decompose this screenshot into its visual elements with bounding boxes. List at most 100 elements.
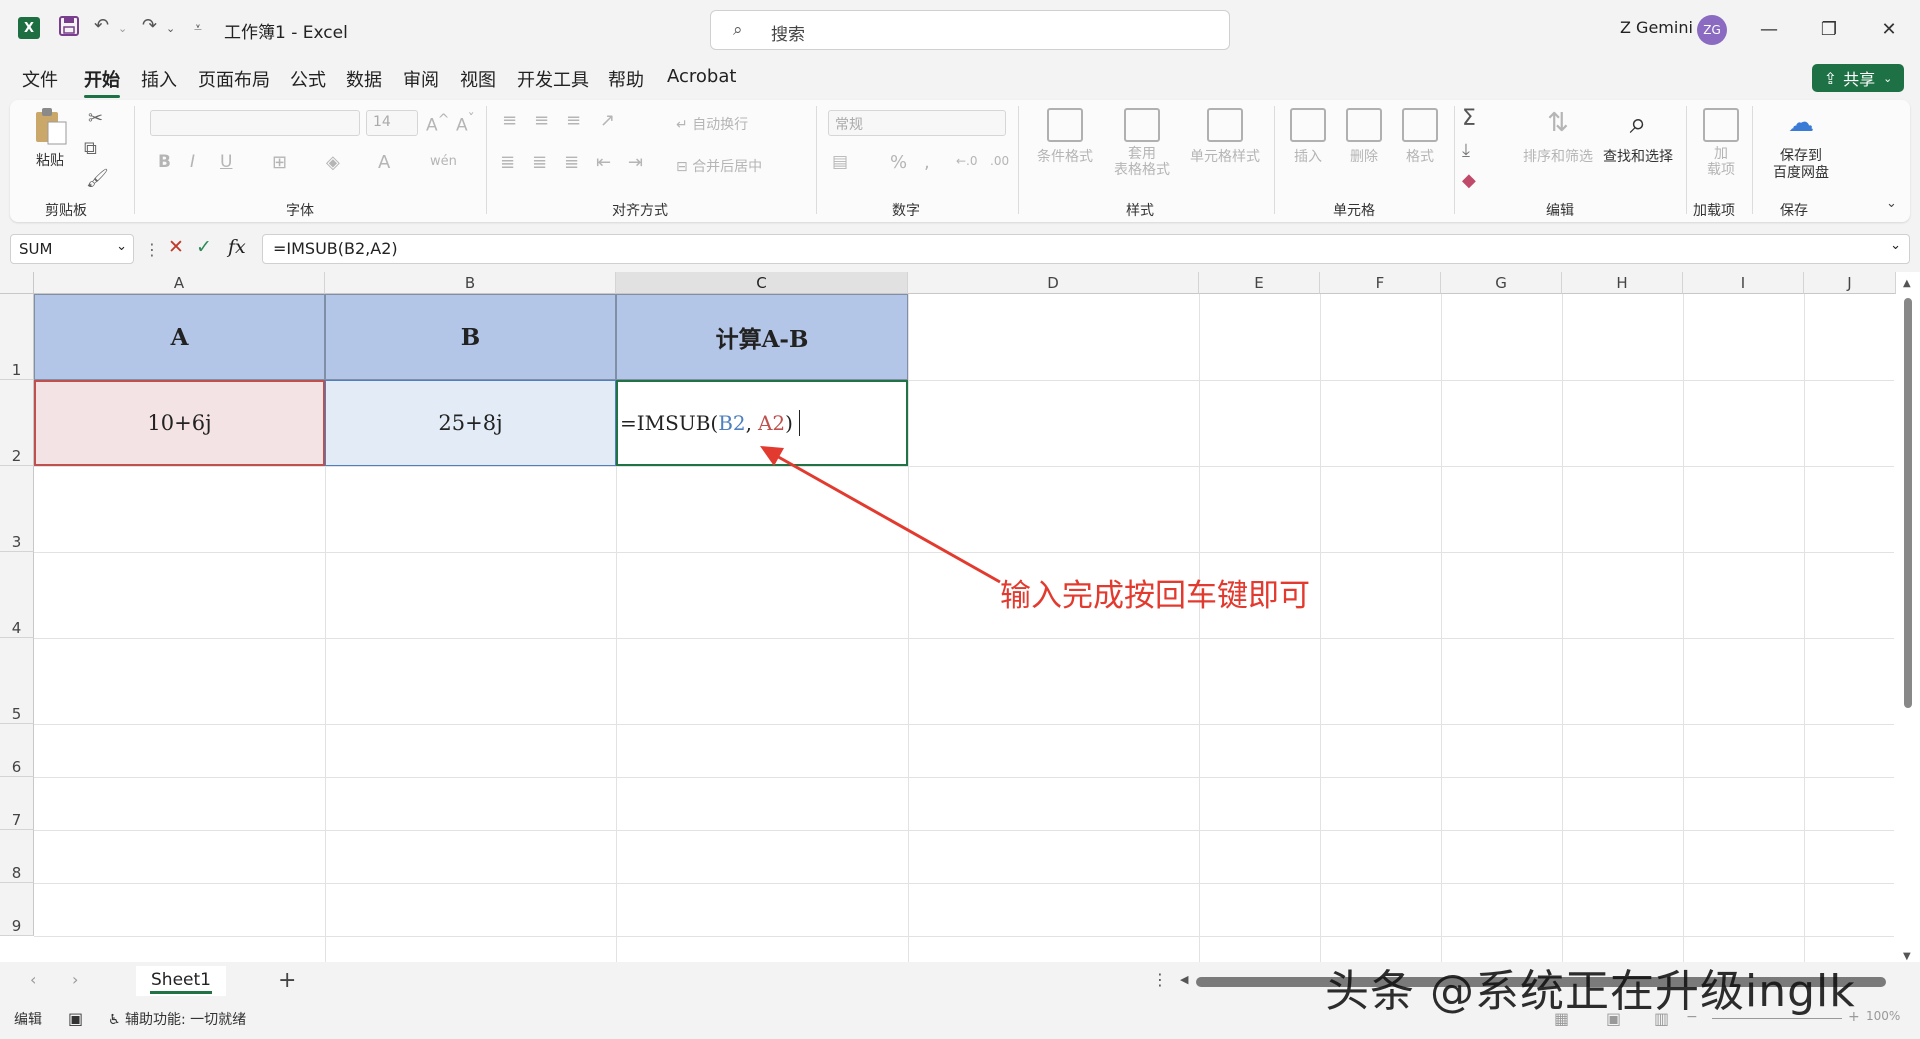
column-header-i[interactable]: I [1683,272,1804,294]
format-as-table-button[interactable]: 套用 表格格式 [1102,108,1182,178]
merge-center-button[interactable]: ⊟ 合并后居中 [676,156,762,176]
tab-view[interactable]: 视图 [460,66,496,92]
fill-icon[interactable]: ⤓ [1462,140,1470,161]
column-header-g[interactable]: G [1441,272,1562,294]
column-header-h[interactable]: H [1562,272,1683,294]
tab-data[interactable]: 数据 [346,66,382,92]
align-center-icon[interactable]: ≣ [532,152,547,173]
column-header-f[interactable]: F [1320,272,1441,294]
font-color-icon[interactable]: A [378,152,390,173]
scroll-thumb[interactable] [1904,298,1912,708]
align-bottom-icon[interactable]: ≡ [566,110,581,131]
tab-formulas[interactable]: 公式 [290,66,326,92]
column-header-j[interactable]: J [1804,272,1896,294]
column-header-b[interactable]: B [325,272,616,294]
conditional-format-button[interactable]: 条件格式 [1028,108,1102,166]
row-header-5[interactable]: 5 [0,638,34,724]
sort-filter-button[interactable]: ⇅ 排序和筛选 [1518,108,1598,166]
vertical-scrollbar[interactable]: ▲ ▼ [1900,278,1914,962]
delete-cells-button[interactable]: 删除 [1336,108,1392,166]
row-header-7[interactable]: 7 [0,777,34,830]
scroll-left-icon[interactable]: ◀ [1180,973,1188,986]
worksheet-grid[interactable]: A B C D E F G H I J 1 2 3 4 5 6 7 8 9 A … [0,272,1920,984]
cell-b2[interactable]: 25+8j [325,380,616,466]
percent-icon[interactable]: % [890,152,907,173]
accounting-icon[interactable]: ▤ [832,152,848,172]
copy-icon[interactable]: ⧉ [84,138,97,159]
row-header-8[interactable]: 8 [0,830,34,883]
row-header-4[interactable]: 4 [0,552,34,638]
number-format-combo[interactable]: 常规 [828,110,1006,136]
column-header-a[interactable]: A [34,272,325,294]
undo-dropdown-icon[interactable]: ⌄ [118,22,127,48]
increase-indent-icon[interactable]: ⇥ [628,152,643,173]
save-to-baidu-button[interactable]: ☁ 保存到 百度网盘 [1758,108,1844,182]
user-name[interactable]: Z Gemini [1620,18,1693,37]
insert-cells-button[interactable]: 插入 [1280,108,1336,166]
paste-button[interactable]: 粘贴 [32,106,68,170]
column-header-e[interactable]: E [1199,272,1320,294]
close-icon[interactable]: ✕ [1871,13,1907,45]
increase-decimal-icon[interactable]: ←.0 [956,154,978,168]
tab-review[interactable]: 审阅 [403,66,439,92]
format-painter-icon[interactable]: 🖌 [86,168,109,189]
zoom-level[interactable]: 100% [1866,1009,1900,1023]
redo-dropdown-icon[interactable]: ⌄ [166,22,175,48]
align-left-icon[interactable]: ≣ [500,152,515,173]
decrease-font-icon[interactable]: Aˇ [456,112,475,136]
row-header-2[interactable]: 2 [0,380,34,466]
cell-a2[interactable]: 10+6j [34,380,325,466]
cell-a1[interactable]: A [34,294,325,380]
prev-sheet-icon[interactable]: ‹ [30,970,36,989]
name-box[interactable]: SUM ⌄ [10,234,134,264]
row-header-6[interactable]: 6 [0,724,34,777]
format-cells-button[interactable]: 格式 [1392,108,1448,166]
cell-b1[interactable]: B [325,294,616,380]
wrap-text-button[interactable]: ↵ 自动换行 [676,114,748,134]
add-sheet-button[interactable]: + [278,968,296,993]
decrease-decimal-icon[interactable]: .00 [990,154,1009,168]
increase-font-icon[interactable]: A^ [426,112,450,136]
avatar[interactable]: ZG [1697,15,1727,45]
next-sheet-icon[interactable]: › [72,970,78,989]
phonetic-icon[interactable]: wén [430,154,457,169]
column-header-c[interactable]: C [616,272,908,294]
undo-icon[interactable]: ↶ [94,15,109,41]
align-right-icon[interactable]: ≣ [564,152,579,173]
customize-qat-icon[interactable]: ⩡ [194,20,202,46]
border-icon[interactable]: ⊞ [272,152,287,173]
macro-record-icon[interactable]: ▣ [68,1009,83,1028]
decrease-indent-icon[interactable]: ⇤ [596,152,611,173]
tab-page-layout[interactable]: 页面布局 [198,66,270,92]
scroll-down-icon[interactable]: ▼ [1903,951,1911,962]
align-top-icon[interactable]: ≡ [502,110,517,131]
insert-function-icon[interactable]: fx [228,236,246,258]
tab-acrobat[interactable]: Acrobat [667,66,736,87]
tab-help[interactable]: 帮助 [608,66,644,92]
row-header-3[interactable]: 3 [0,466,34,552]
bold-button[interactable]: B [158,152,171,172]
tab-file[interactable]: 文件 [22,66,58,92]
fill-color-icon[interactable]: ◈ [326,152,340,173]
font-size-combo[interactable]: 14 [366,110,418,136]
tab-developer[interactable]: 开发工具 [517,66,589,92]
font-name-combo[interactable] [150,110,360,136]
accessibility-status[interactable]: ♿ 辅助功能: 一切就绪 [108,1009,246,1029]
underline-button[interactable]: U [220,152,232,172]
restore-icon[interactable]: ❐ [1811,13,1847,45]
autosum-icon[interactable]: Σ [1462,106,1476,131]
cell-styles-button[interactable]: 单元格样式 [1182,108,1268,166]
share-button[interactable]: ⇪ 共享 ⌄ [1812,64,1904,92]
align-middle-icon[interactable]: ≡ [534,110,549,131]
add-ins-button[interactable]: 加 载项 [1696,108,1746,178]
clear-icon[interactable]: ◆ [1462,170,1476,191]
row-header-1[interactable]: 1 [0,294,34,380]
expand-formula-icon[interactable]: ⌄ [1890,238,1901,253]
tab-insert[interactable]: 插入 [141,66,177,92]
search-box[interactable]: ⌕ 搜索 [710,10,1230,50]
orientation-icon[interactable]: ↗ [600,110,615,131]
row-header-9[interactable]: 9 [0,883,34,936]
sheet-tab-sheet1[interactable]: Sheet1 [136,966,226,996]
enter-icon[interactable]: ✓ [196,236,212,258]
cancel-icon[interactable]: ✕ [168,236,184,258]
